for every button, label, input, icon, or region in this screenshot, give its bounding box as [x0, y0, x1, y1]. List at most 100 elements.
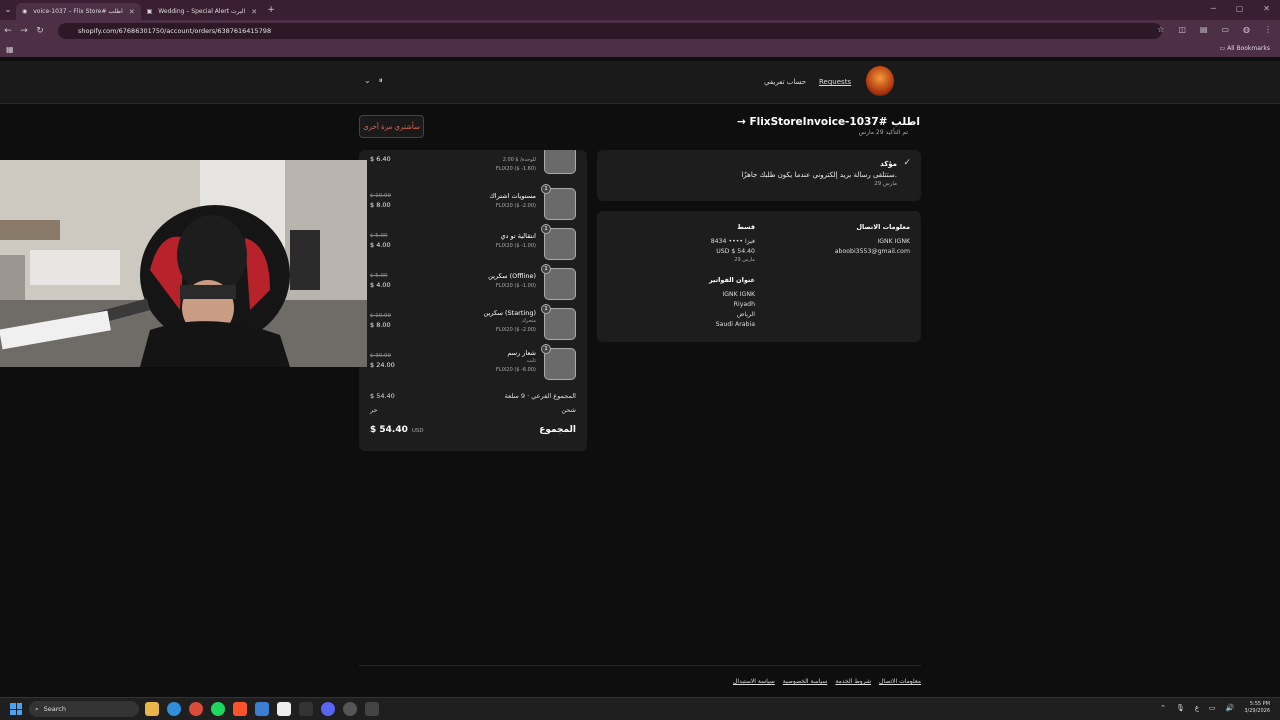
status-date: 29 مارس: [874, 181, 897, 187]
capcut-icon[interactable]: [277, 702, 291, 716]
item-discount: FLIX20 ($ -2.00): [495, 203, 536, 209]
folder-icon: ▭: [1219, 45, 1226, 52]
webcam-image: [0, 160, 367, 367]
minimize-icon[interactable]: ─: [1211, 4, 1216, 13]
item-discount: FLIX20 ($ -6.00): [495, 367, 536, 373]
item-price: $ 8.00: [370, 201, 391, 209]
billing-region: الرياض: [736, 311, 755, 318]
apps-grid-icon[interactable]: ▦: [6, 45, 14, 54]
item-price: $ 4.00: [370, 241, 391, 249]
bookmark-star-icon[interactable]: ☆: [1157, 25, 1164, 34]
maximize-icon[interactable]: ▢: [1236, 4, 1244, 13]
brave-icon[interactable]: [233, 702, 247, 716]
footer-link-privacy[interactable]: سياسة الخصوصية: [783, 678, 828, 685]
contact-email: aboobi3553@gmail.com: [834, 248, 910, 255]
extensions-icon[interactable]: ◫: [1178, 25, 1186, 34]
nav-requests-link[interactable]: Requests: [819, 78, 851, 86]
payment-heading: قسط: [737, 223, 755, 231]
microphone-icon[interactable]: 🎙: [1176, 704, 1185, 712]
all-bookmarks-button[interactable]: ▭ All Bookmarks: [1220, 45, 1270, 52]
file-explorer-icon[interactable]: [145, 702, 159, 716]
reorder-button[interactable]: سأشتري مرة أخرى: [359, 115, 424, 138]
status-message: ستتلقى رسالة بريد إلكتروني عندما يكون طل…: [741, 171, 897, 179]
browser-tab-bar: ⌄ ◉ voice-1037 – Flix Store# اطلب ✕ ▣ We…: [0, 0, 1280, 20]
footer-link-refund[interactable]: سياسة الاستبدال: [733, 678, 775, 685]
network-icon[interactable]: ▭: [1209, 704, 1216, 712]
clock[interactable]: 5:55 PM 3/29/2026: [1244, 701, 1270, 715]
billing-city: Riyadh: [733, 301, 755, 308]
nav-account-link[interactable]: حساب تعريفي: [764, 78, 806, 86]
app-icon-2[interactable]: [365, 702, 379, 716]
cast-icon[interactable]: ▭: [1221, 25, 1229, 34]
total-value: $ 54.40: [370, 425, 408, 435]
footer-link-terms[interactable]: شروط الخدمة: [835, 678, 871, 685]
item-thumbnail[interactable]: [544, 150, 576, 174]
item-discount: FLIX20 ($ -1.00): [495, 283, 536, 289]
menu-icon[interactable]: ⋮: [1264, 25, 1272, 34]
tab-order[interactable]: ◉ voice-1037 – Flix Store# اطلب ✕: [16, 3, 141, 20]
tab-favicon-icon: ▣: [146, 8, 153, 15]
forward-icon[interactable]: →: [16, 26, 32, 36]
tab-wedding[interactable]: ▣ Wedding – Special Alert البرت ✕: [141, 3, 264, 20]
item-qty-badge: 1: [541, 264, 551, 274]
item-original-price: $ 5.00: [370, 233, 388, 239]
spotify-icon[interactable]: [211, 702, 225, 716]
item-price: $ 6.40: [370, 155, 391, 163]
footer-links: سياسة الاستبدال سياسة الخصوصية شروط الخد…: [733, 678, 921, 685]
subtotal-value: $ 54.40: [370, 392, 395, 400]
tab-search-icon[interactable]: ⌄: [0, 5, 16, 15]
payment-card: فيزا •••• 8434: [710, 238, 755, 245]
billing-heading: عنوان الفواتير: [709, 276, 755, 284]
subtotal-label: المجموع الفرعي · 9 سلعة: [504, 392, 576, 400]
list-item: 1 سكرين (Starting) متحرك FLIX20 ($ -2.00…: [359, 304, 587, 346]
chevron-down-icon[interactable]: ⌄: [364, 76, 371, 86]
item-discount: FLIX20 ($ -1.60): [495, 166, 536, 172]
volume-icon[interactable]: 🔊: [1226, 704, 1235, 712]
obs-icon[interactable]: [343, 702, 357, 716]
media-icon[interactable]: ▤: [1200, 25, 1208, 34]
confirmed-date: تم التأكيد 29 مارس: [858, 129, 908, 136]
tab-close-icon[interactable]: ✕: [129, 8, 135, 16]
chevron-up-icon[interactable]: ⌃: [1160, 704, 1166, 712]
item-original-price: $ 10.00: [370, 193, 391, 199]
footer-link-contact[interactable]: معلومات الاتصال: [879, 678, 921, 685]
discord-icon[interactable]: [321, 702, 335, 716]
url-input[interactable]: shopify.com/67686301750/account/orders/6…: [58, 23, 1162, 39]
status-title: مؤكد: [880, 160, 897, 168]
profile-icon[interactable]: ◍: [1243, 25, 1250, 34]
list-item: 1 سكرين (Offline) FLIX20 ($ -1.00) $ 5.0…: [359, 264, 587, 306]
terminal-icon[interactable]: [299, 702, 313, 716]
cart-icon[interactable]: ⏸: [379, 76, 383, 86]
language-icon[interactable]: ع: [1195, 704, 1199, 712]
footer-divider: [359, 665, 921, 666]
taskbar-search[interactable]: ⌕ Search: [29, 701, 139, 717]
item-qty-badge: 1: [541, 224, 551, 234]
app-icon[interactable]: [255, 702, 269, 716]
item-price: $ 24.00: [370, 361, 395, 369]
back-arrow-icon[interactable]: →: [737, 116, 746, 128]
close-window-icon[interactable]: ✕: [1263, 4, 1270, 13]
tab-close-icon[interactable]: ✕: [251, 8, 257, 16]
store-logo[interactable]: [866, 66, 894, 96]
clock-time: 5:55 PM: [1249, 701, 1270, 707]
store-header: Requests حساب تعريفي ⌄ ⏸: [0, 61, 1280, 104]
all-bookmarks-label: All Bookmarks: [1227, 45, 1270, 52]
item-name: سكرين (Starting): [483, 309, 536, 317]
chrome-icon[interactable]: [189, 702, 203, 716]
taskbar-apps: [145, 702, 379, 716]
edge-icon[interactable]: [167, 702, 181, 716]
payment-date: 29 مارس: [734, 257, 755, 263]
header-icons: ⌄ ⏸: [364, 76, 383, 86]
back-icon[interactable]: ←: [0, 26, 16, 36]
billing-name: IGNK IGNK: [722, 291, 755, 298]
order-info-card: معلومات الاتصال IGNK IGNK aboobi3553@gma…: [597, 211, 921, 342]
reload-icon[interactable]: ↻: [32, 26, 48, 36]
total-currency: USD: [411, 428, 424, 434]
windows-start-icon[interactable]: [10, 703, 22, 715]
item-discount: FLIX20 ($ -1.00): [495, 243, 536, 249]
page-title: اطلب #FlixStoreInvoice-1037 →: [737, 116, 920, 128]
item-qty-badge: 1: [541, 184, 551, 194]
new-tab-icon[interactable]: +: [263, 5, 279, 15]
order-summary-card: 2.00 $ /للوحدة FLIX20 ($ -1.60) $ 6.40 1…: [359, 150, 587, 451]
order-title: اطلب #FlixStoreInvoice-1037: [749, 116, 920, 128]
